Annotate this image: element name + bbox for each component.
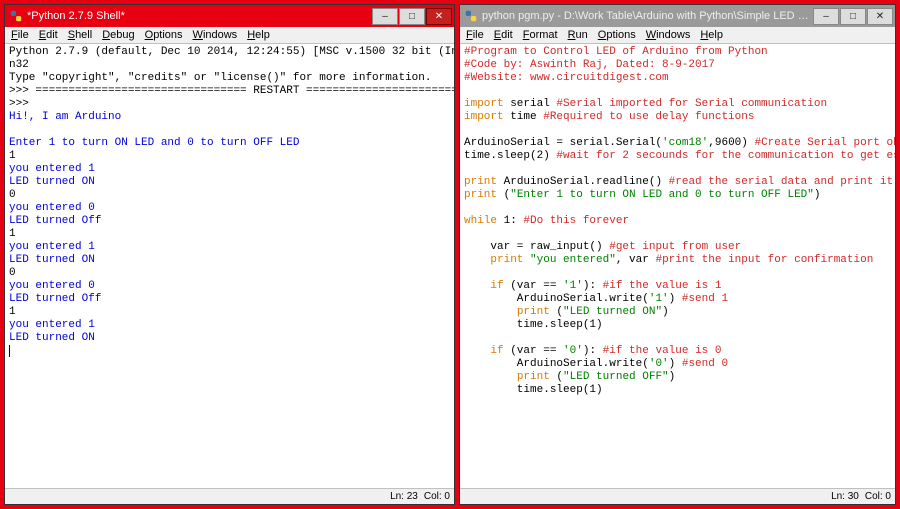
code-editor-window: python pgm.py - D:\Work Table\Arduino wi…	[459, 4, 896, 505]
shell-menubar: FileEditShellDebugOptionsWindowsHelp	[5, 27, 454, 44]
menu-options[interactable]: Options	[141, 28, 187, 42]
shell-status-line: Ln: 23	[390, 491, 418, 502]
menu-shell[interactable]: Shell	[64, 28, 96, 42]
code-status-col: Col: 0	[865, 491, 891, 502]
minimize-button[interactable]: –	[813, 8, 839, 25]
shell-title: *Python 2.7.9 Shell*	[27, 10, 372, 22]
shell-status-col: Col: 0	[424, 491, 450, 502]
shell-output-area[interactable]: Python 2.7.9 (default, Dec 10 2014, 12:2…	[5, 44, 454, 488]
menu-edit[interactable]: Edit	[35, 28, 62, 42]
menu-run[interactable]: Run	[564, 28, 592, 42]
maximize-button[interactable]: □	[840, 8, 866, 25]
menu-windows[interactable]: Windows	[642, 28, 695, 42]
code-menubar: FileEditFormatRunOptionsWindowsHelp	[460, 27, 895, 44]
minimize-button[interactable]: –	[372, 8, 398, 25]
code-titlebar[interactable]: python pgm.py - D:\Work Table\Arduino wi…	[460, 5, 895, 27]
text-cursor	[9, 345, 10, 357]
shell-window-controls: – □ ✕	[372, 8, 452, 25]
menu-help[interactable]: Help	[696, 28, 727, 42]
code-editor-area[interactable]: #Program to Control LED of Arduino from …	[460, 44, 895, 488]
code-title: python pgm.py - D:\Work Table\Arduino wi…	[482, 10, 813, 22]
shell-output-text: Python 2.7.9 (default, Dec 10 2014, 12:2…	[9, 46, 450, 345]
menu-debug[interactable]: Debug	[98, 28, 138, 42]
python-icon	[9, 9, 23, 23]
menu-help[interactable]: Help	[243, 28, 274, 42]
shell-titlebar[interactable]: *Python 2.7.9 Shell* – □ ✕	[5, 5, 454, 27]
menu-options[interactable]: Options	[594, 28, 640, 42]
code-statusbar: Ln: 30 Col: 0	[460, 488, 895, 504]
shell-statusbar: Ln: 23 Col: 0	[5, 488, 454, 504]
menu-edit[interactable]: Edit	[490, 28, 517, 42]
code-window-controls: – □ ✕	[813, 8, 893, 25]
menu-file[interactable]: File	[462, 28, 488, 42]
menu-format[interactable]: Format	[519, 28, 562, 42]
python-shell-window: *Python 2.7.9 Shell* – □ ✕ FileEditShell…	[4, 4, 455, 505]
code-editor-text: #Program to Control LED of Arduino from …	[464, 46, 891, 397]
code-status-line: Ln: 30	[831, 491, 859, 502]
menu-file[interactable]: File	[7, 28, 33, 42]
menu-windows[interactable]: Windows	[189, 28, 242, 42]
maximize-button[interactable]: □	[399, 8, 425, 25]
python-icon	[464, 9, 478, 23]
close-button[interactable]: ✕	[426, 8, 452, 25]
close-button[interactable]: ✕	[867, 8, 893, 25]
